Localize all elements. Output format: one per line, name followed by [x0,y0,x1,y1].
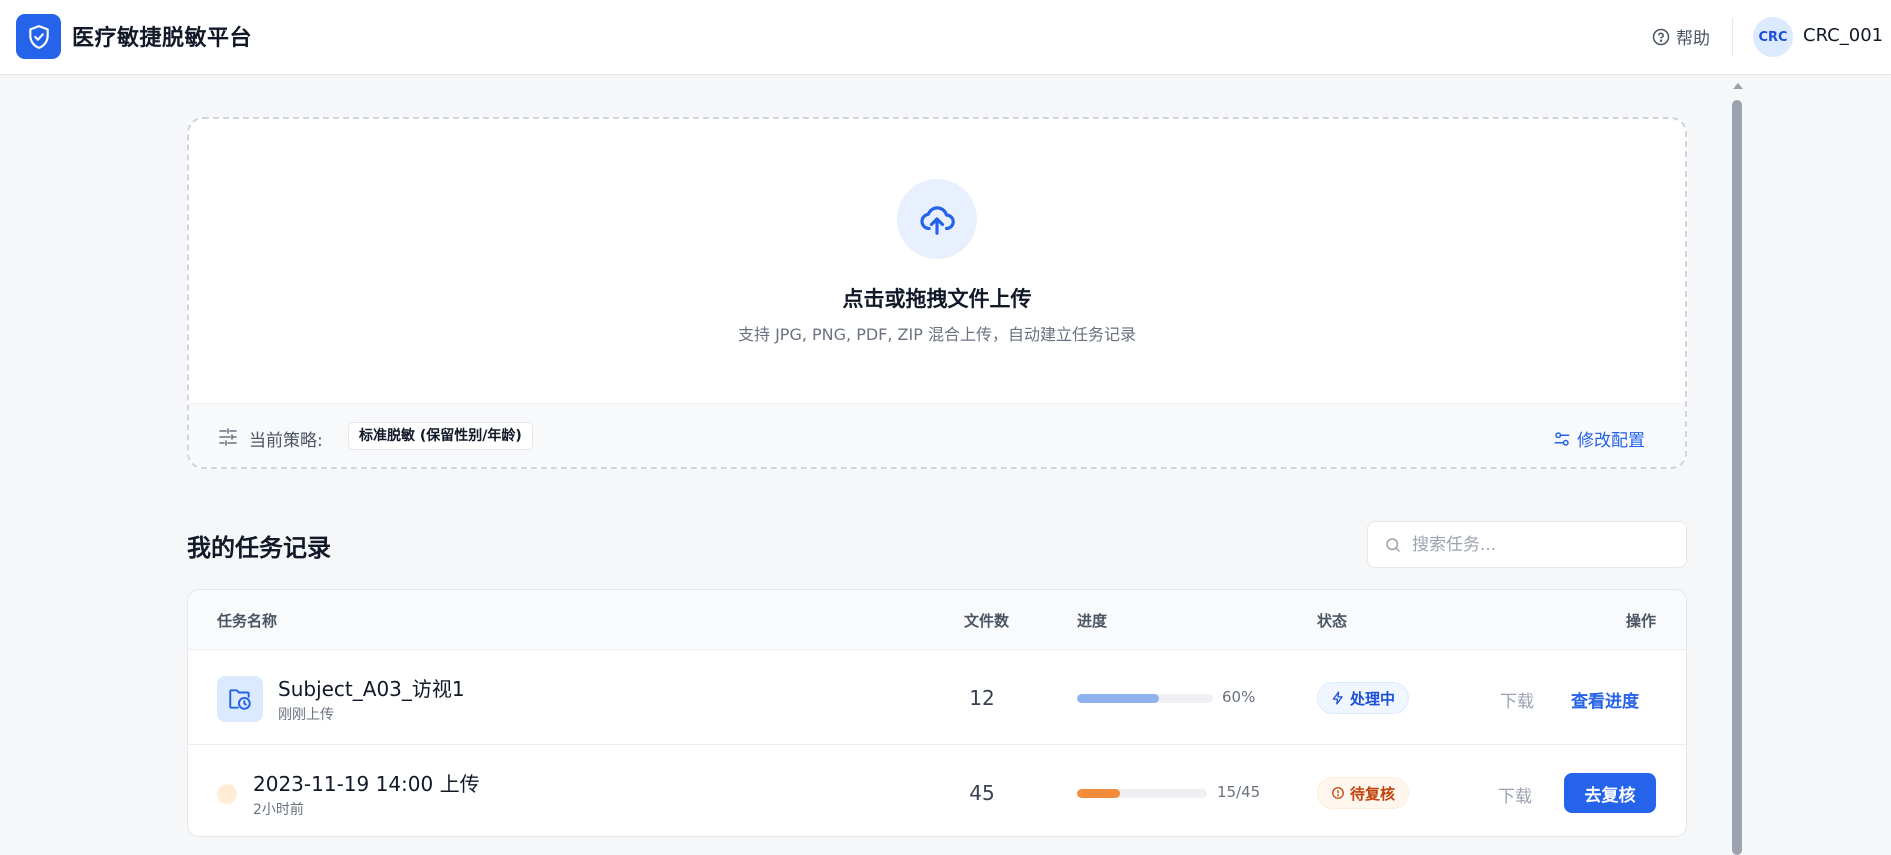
cloud-upload-icon [920,206,955,235]
column-header-actions: 操作 [1626,612,1657,630]
alert-circle-icon [1332,787,1344,799]
scrollbar[interactable] [1729,78,1745,855]
status-label: 待复核 [1350,784,1396,803]
help-link[interactable]: 帮助 [1652,24,1710,49]
task-records-title: 我的任务记录 [187,534,331,562]
folder-clock-icon [217,676,263,722]
avatar[interactable]: CRC [1753,17,1793,57]
progress-text: 60% [1222,688,1256,706]
scroll-up-arrow-icon[interactable] [1733,83,1743,89]
status-label: 处理中 [1350,689,1396,708]
lightning-icon [1332,691,1343,705]
upload-icon-circle [897,179,977,259]
column-header-name: 任务名称 [217,612,278,630]
file-count: 45 [969,781,995,805]
shield-check-logo-icon[interactable] [16,14,61,59]
sliders-icon [219,428,237,446]
progress-fill [1077,789,1121,798]
progress-fill [1077,694,1159,703]
help-circle-icon [1652,28,1670,45]
username[interactable]: CRC_001 [1803,25,1883,46]
column-header-status: 状态 [1317,612,1348,630]
table-header: 任务名称 文件数 进度 状态 操作 [188,590,1686,650]
task-table: 任务名称 文件数 进度 状态 操作 Subject_A03_访视1 刚刚上传 1… [187,589,1687,837]
table-row[interactable]: Subject_A03_访视1 刚刚上传 12 60% 处理中 下载 查看进度 [188,651,1686,745]
upload-subtitle: 支持 JPG, PNG, PDF, ZIP 混合上传，自动建立任务记录 [738,325,1136,344]
progress-bar [1077,789,1207,798]
task-name[interactable]: Subject_A03_访视1 [278,673,465,702]
task-search[interactable] [1367,521,1687,568]
task-time: 2小时前 [253,802,304,818]
settings-sliders-icon [1554,431,1570,446]
app-title: 医疗敏捷脱敏平台 [72,26,253,51]
go-review-button[interactable]: 去复核 [1564,773,1656,813]
view-progress-link[interactable]: 查看进度 [1571,687,1639,712]
modify-config-button[interactable]: 修改配置 [1553,426,1645,451]
top-bar: 医疗敏捷脱敏平台 帮助 CRC CRC_001 [0,0,1891,75]
strategy-value-chip: 标准脱敏 (保留性别/年龄) [348,422,533,450]
header-divider [1732,18,1733,56]
progress-bar [1077,694,1213,703]
search-input[interactable] [1412,522,1676,567]
upload-title: 点击或拖拽文件上传 [842,287,1032,311]
help-label: 帮助 [1676,29,1710,49]
task-time: 刚刚上传 [278,707,334,723]
download-link[interactable]: 下载 [1500,687,1534,712]
task-name[interactable]: 2023-11-19 14:00 上传 [253,768,480,797]
file-count: 12 [969,686,995,710]
search-icon [1386,538,1400,552]
download-link[interactable]: 下载 [1498,782,1532,807]
status-dot [217,784,237,804]
status-badge: 处理中 [1317,682,1410,714]
status-badge: 待复核 [1317,777,1410,809]
table-row[interactable]: 2023-11-19 14:00 上传 2小时前 45 15/45 待复核 下载… [188,746,1686,836]
strategy-bar: 当前策略: 标准脱敏 (保留性别/年龄) 修改配置 [189,403,1685,467]
column-header-progress: 进度 [1077,612,1108,630]
progress-text: 15/45 [1217,783,1261,801]
scroll-thumb[interactable] [1732,100,1742,855]
strategy-label: 当前策略: [249,431,323,451]
modify-config-label: 修改配置 [1577,431,1645,451]
column-header-files: 文件数 [964,612,1010,630]
upload-dropzone[interactable]: 点击或拖拽文件上传 支持 JPG, PNG, PDF, ZIP 混合上传，自动建… [187,117,1687,469]
